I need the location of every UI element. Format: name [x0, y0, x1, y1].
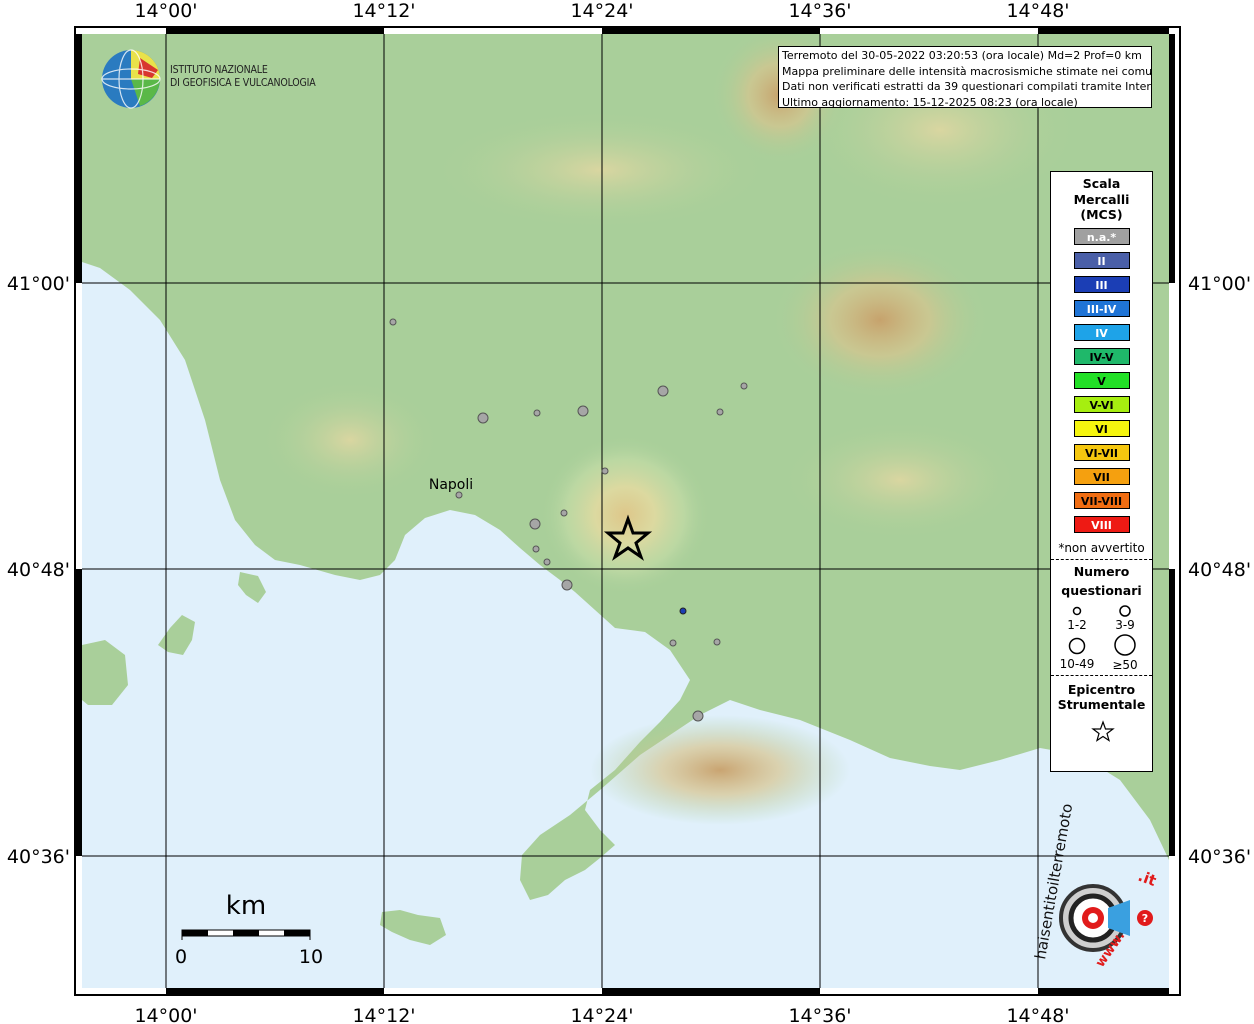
questionari-size-legend: 1-2 3-9 10-49 ≥50: [1060, 604, 1138, 671]
mcs-scale-item: VI-VII: [1073, 443, 1130, 461]
legend-star-icon: [1091, 719, 1115, 742]
intensity-point[interactable]: [740, 382, 748, 390]
intensity-point[interactable]: [389, 318, 397, 326]
event-info-line: Dati non verificati estratti da 39 quest…: [782, 80, 1152, 93]
legend-title: Mercalli: [1073, 191, 1130, 207]
intensity-point[interactable]: [529, 518, 541, 530]
ingv-globe-icon: [101, 49, 161, 109]
intensity-point[interactable]: [713, 638, 721, 646]
intensity-point[interactable]: [477, 412, 489, 424]
ingv-name-line2: DI GEOFISICA E VULCANOLOGIA: [170, 77, 316, 89]
size-label: 10-49: [1060, 657, 1095, 671]
lon-label-top: 14°00': [134, 0, 197, 22]
intensity-point[interactable]: [532, 545, 540, 553]
mcs-scale-item: IV-V: [1073, 347, 1130, 365]
size-circle-xlarge: [1114, 633, 1136, 656]
lon-label-bottom: 14°36': [788, 1005, 851, 1024]
mcs-scale-item: III: [1073, 275, 1130, 293]
size-label: 1-2: [1067, 618, 1087, 632]
lat-label-left: 40°48': [7, 559, 70, 581]
lon-label-top: 14°24': [570, 0, 633, 22]
intensity-point[interactable]: [716, 408, 724, 416]
lon-label-bottom: 14°12': [352, 1005, 415, 1024]
event-info-box: Terremoto del 30-05-2022 03:20:53 (ora l…: [778, 46, 1152, 108]
lon-label-top: 14°12': [352, 0, 415, 22]
svg-text:?: ?: [1142, 912, 1148, 925]
ingv-logo[interactable]: ISTITUTO NAZIONALE DI GEOFISICA E VULCAN…: [100, 48, 320, 110]
legend-questionari-title: questionari: [1061, 583, 1142, 598]
mcs-scale-item: III-IV: [1073, 299, 1130, 317]
lon-label-top: 14°36': [788, 0, 851, 22]
mcs-scale-item: II: [1073, 251, 1130, 269]
intensity-point[interactable]: [560, 509, 568, 517]
legend-panel: Scala Mercalli (MCS) n.a.* II III III-IV IV I…: [1050, 171, 1153, 772]
legend-epicentro-title: Epicentro: [1067, 681, 1136, 697]
lon-label-bottom: 14°00': [134, 1005, 197, 1024]
mcs-scale-item: n.a.*: [1073, 227, 1130, 245]
mcs-scale-item: VII: [1073, 467, 1130, 485]
legend-divider: [1051, 558, 1152, 560]
legend-questionari-title: Numero: [1073, 563, 1130, 579]
mcs-scale-item: V-VI: [1073, 395, 1130, 413]
legend-na-note: *non avvertito: [1058, 540, 1145, 555]
mcs-scale-item: IV: [1073, 323, 1130, 341]
mcs-scale-item: VIII: [1073, 515, 1130, 533]
intensity-point[interactable]: [657, 385, 669, 397]
legend-title: (MCS): [1080, 207, 1123, 222]
event-info-line: Mappa preliminare delle intensità macros…: [782, 64, 1152, 78]
intensity-point[interactable]: [601, 467, 609, 475]
intensity-point[interactable]: [577, 405, 589, 417]
mcs-scale-item: V: [1073, 371, 1130, 389]
scale-bar-min: 0: [175, 946, 187, 968]
intensity-point-iii[interactable]: [679, 607, 687, 615]
mcs-scale-item: VI: [1073, 419, 1130, 437]
legend-title: Scala: [1082, 176, 1121, 191]
mcs-scale-item: VII-VIII: [1073, 491, 1130, 509]
intensity-point[interactable]: [561, 579, 573, 591]
lon-label-top: 14°48': [1006, 0, 1069, 22]
intensity-point[interactable]: [533, 409, 541, 417]
event-info-line: Terremoto del 30-05-2022 03:20:53 (ora l…: [782, 49, 1142, 62]
scale-bar-unit: km: [226, 891, 266, 921]
lon-label-bottom: 14°48': [1006, 1005, 1069, 1024]
city-label-napoli: Napoli: [429, 477, 473, 493]
size-circle-medium: [1119, 604, 1131, 617]
scale-bar-max: 10: [299, 946, 323, 968]
lat-label-right: 40°48': [1188, 559, 1251, 581]
intensity-point[interactable]: [692, 710, 704, 722]
event-info-line: Ultimo aggiornamento: 15-12-2025 08:23 (…: [782, 95, 1078, 108]
legend-divider: [1051, 674, 1152, 676]
size-label: 3-9: [1115, 618, 1135, 632]
mcs-scale-list: n.a.* II III III-IV IV IV-V V V-VI VI VI-VII VII VI…: [1051, 227, 1152, 533]
intensity-point[interactable]: [669, 639, 677, 647]
lat-label-right: 40°36': [1188, 846, 1251, 868]
legend-epicentro-title: Strumentale: [1057, 697, 1146, 712]
lat-label-left: 40°36': [7, 846, 70, 868]
size-circle-small: [1072, 606, 1082, 615]
lon-label-bottom: 14°24': [570, 1005, 633, 1024]
lat-label-left: 41°00': [7, 273, 70, 295]
size-label: ≥50: [1112, 658, 1137, 671]
ingv-name-line1: ISTITUTO NAZIONALE: [170, 64, 268, 76]
intensity-point[interactable]: [543, 558, 551, 566]
size-circle-large: [1068, 637, 1086, 654]
lat-label-right: 41°00': [1188, 273, 1251, 295]
